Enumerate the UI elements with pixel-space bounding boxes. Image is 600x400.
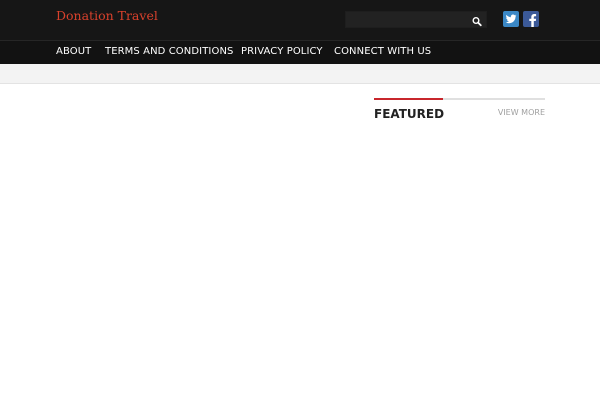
nav-item-about[interactable]: ABOUT — [56, 46, 91, 57]
main-nav: ABOUT TERMS AND CONDITIONS PRIVACY POLIC… — [0, 40, 600, 64]
search-form — [345, 11, 487, 28]
search-input[interactable] — [346, 12, 468, 27]
nav-item-connect-with-us[interactable]: CONNECT WITH US — [334, 46, 431, 57]
sub-header-bar — [0, 64, 600, 84]
featured-section-header: FEATURED VIEW MORE — [374, 98, 545, 122]
nav-item-privacy-policy[interactable]: PRIVACY POLICY — [241, 46, 323, 57]
twitter-link[interactable] — [503, 11, 519, 27]
facebook-icon — [529, 14, 537, 27]
search-button[interactable] — [470, 13, 484, 27]
site-title-link[interactable]: Donation Travel — [56, 8, 158, 23]
featured-divider-accent — [374, 98, 443, 100]
site-header: Donation Travel — [0, 0, 600, 40]
view-more-link[interactable]: VIEW MORE — [498, 108, 545, 117]
search-icon — [472, 17, 482, 27]
facebook-link[interactable] — [523, 11, 539, 27]
nav-item-terms-and-conditions[interactable]: TERMS AND CONDITIONS — [105, 46, 233, 57]
twitter-icon — [505, 14, 517, 24]
featured-title: FEATURED — [374, 107, 445, 121]
